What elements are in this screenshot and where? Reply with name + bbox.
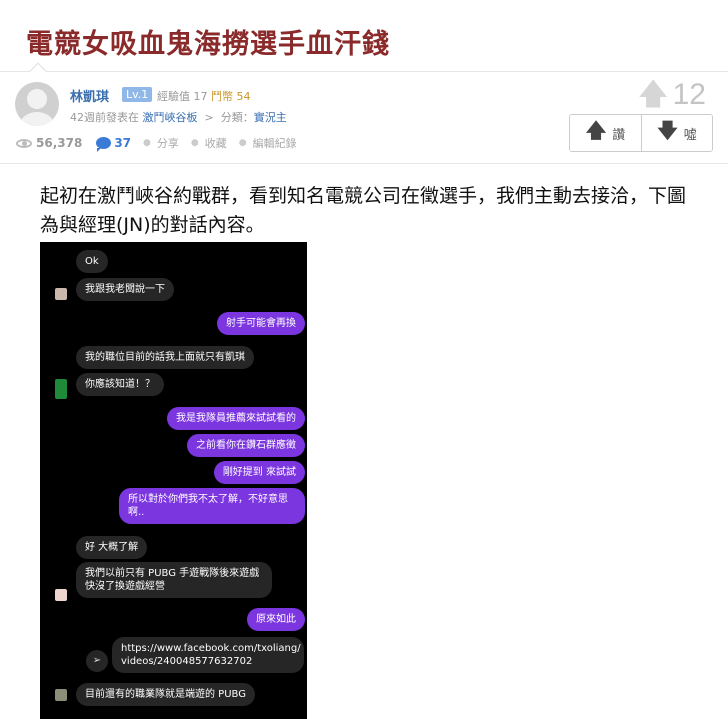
contact-avatar: [55, 689, 67, 701]
speech-bubble-icon[interactable]: [96, 137, 112, 152]
board-link[interactable]: 激鬥峽谷板: [143, 111, 198, 124]
chat-message: 你應該知道！？: [76, 373, 164, 396]
category-link[interactable]: 實況主: [254, 111, 287, 124]
author-name-link[interactable]: 林凱琪: [70, 86, 109, 105]
chat-screenshot: Ok 我跟我老闆說一下 射手可能會再換 我的職位目前的話我上面就只有凱琪 你應該…: [40, 242, 307, 719]
contact-avatar: [55, 288, 67, 300]
coin-value: 54: [236, 90, 251, 103]
chat-message: 剛好提到 來試試: [213, 461, 305, 484]
score-value: 12: [672, 78, 706, 111]
contact-avatar: [55, 379, 67, 399]
paper-plane-icon[interactable]: ➢: [86, 650, 108, 672]
chat-message: 我們以前只有 PUBG 手遊戰隊後來遊戲 快沒了換遊戲經營: [76, 562, 272, 598]
edit-log-link[interactable]: 編輯紀錄: [253, 135, 297, 151]
downvote-label: 噓: [683, 127, 697, 143]
separator-dot: ●: [143, 138, 151, 148]
favorite-link[interactable]: 收藏: [205, 135, 227, 151]
contact-avatar: [55, 589, 67, 601]
post-meta: 林凱琪 Lv.1 經驗值 17 鬥幣 54 42週前發表在 激鬥峽谷板 > 分類…: [0, 62, 728, 164]
arrow-up-icon: 🡅: [585, 118, 607, 142]
upvote-label: 讚: [612, 127, 626, 143]
chat-message: 我的職位目前的話我上面就只有凱琪: [76, 346, 254, 369]
post-score: 🡅 12: [638, 78, 706, 112]
share-link[interactable]: 分享: [157, 135, 179, 151]
chat-message: 原來如此: [247, 608, 305, 631]
arrow-down-icon: 🡇: [657, 118, 678, 142]
view-count: 56,378: [36, 136, 83, 150]
post-location: 42週前發表在 激鬥峽谷板 > 分類：實況主: [70, 109, 287, 125]
posted-prefix: 42週前發表在: [70, 111, 139, 124]
chat-line: 快沒了換遊戲經營: [85, 581, 165, 592]
chat-link-message[interactable]: https://www.facebook.com/txoliang/ video…: [112, 637, 304, 673]
downvote-button[interactable]: 🡇 噓: [641, 115, 712, 151]
breadcrumb-separator: >: [204, 111, 214, 124]
chat-message: 之前看你在鑽石群應徵: [187, 434, 305, 457]
category-prefix: 分類：: [220, 111, 254, 124]
chat-message: 所以對於你們我不太了解，不好意思 啊..: [119, 488, 305, 524]
chat-message: Ok: [76, 250, 108, 273]
chat-line: videos/240048577632702: [121, 656, 253, 667]
chat-message: 好 大概了解: [76, 536, 148, 559]
exp-value: 17: [193, 90, 208, 103]
post-stats: 56,378 37 ● 分享 ● 收藏 ● 編輯紀錄: [16, 135, 297, 152]
vote-buttons: 🡅 讚 🡇 噓: [569, 114, 713, 152]
article-header: 電競女吸血鬼海撈選手血汗錢: [0, 0, 728, 72]
chat-message: 射手可能會再換: [217, 312, 305, 335]
comment-count[interactable]: 37: [114, 136, 131, 150]
coin-label: 鬥幣: [211, 90, 233, 103]
author-avatar[interactable]: [15, 82, 59, 126]
separator-dot: ●: [190, 138, 199, 148]
chat-message: 我跟我老闆說一下: [76, 278, 174, 301]
arrow-up-icon: 🡅: [637, 77, 669, 112]
exp-label: 經驗值: [157, 90, 190, 103]
chat-line: 啊..: [128, 507, 145, 518]
article-title: 電競女吸血鬼海撈選手血汗錢: [26, 29, 390, 60]
chat-message: 目前還有的職業隊就是端遊的 PUBG: [76, 683, 255, 706]
separator-dot: ●: [238, 138, 247, 148]
chat-line: https://www.facebook.com/txoliang/: [121, 643, 301, 654]
article-body: 起初在激鬥峽谷約戰群，看到知名電競公司在徵選手，我們主動去接洽，下圖為與經理(J…: [40, 185, 687, 236]
chat-message: 我是我隊員推薦來試試看的: [167, 407, 305, 430]
chat-line: 所以對於你們我不太了解，不好意思: [128, 494, 288, 505]
level-badge: Lv.1: [122, 87, 153, 102]
eye-icon: [16, 138, 32, 148]
upvote-button[interactable]: 🡅 讚: [570, 115, 641, 151]
author-exp: 經驗值 17 鬥幣 54: [157, 88, 251, 104]
chat-line: 我們以前只有 PUBG 手遊戰隊後來遊戲: [85, 568, 260, 579]
